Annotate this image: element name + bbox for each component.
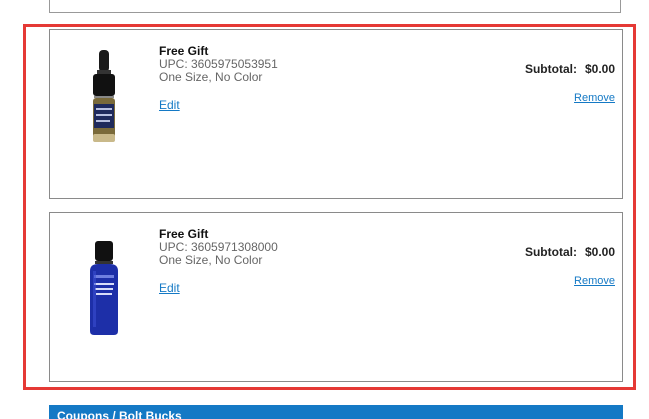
- dropper-bottle-icon: [93, 50, 115, 142]
- remove-link[interactable]: Remove: [574, 275, 615, 287]
- coupons-bar[interactable]: Coupons / Bolt Bucks: [49, 405, 623, 419]
- subtotal-label: Subtotal:: [524, 62, 577, 76]
- product-variant: One Size, No Color: [159, 253, 263, 267]
- cart-item: Free Gift UPC: 3605975053951 One Size, N…: [49, 29, 623, 199]
- subtotal-value: $0.00: [584, 245, 615, 259]
- subtotal-value: $0.00: [584, 62, 615, 76]
- blue-bottle-icon: [90, 241, 118, 335]
- subtotal: Subtotal: $0.00: [525, 62, 615, 76]
- edit-link[interactable]: Edit: [159, 98, 180, 112]
- coupons-bar-label: Coupons / Bolt Bucks: [57, 409, 182, 419]
- remove-link[interactable]: Remove: [574, 92, 615, 104]
- product-image[interactable]: [80, 50, 128, 160]
- previous-item-card: [49, 0, 621, 13]
- subtotal-label: Subtotal:: [524, 245, 577, 259]
- edit-link[interactable]: Edit: [159, 281, 180, 295]
- subtotal: Subtotal: $0.00: [525, 245, 615, 259]
- product-image[interactable]: [80, 233, 128, 343]
- product-variant: One Size, No Color: [159, 70, 263, 84]
- cart-item: Free Gift UPC: 3605971308000 One Size, N…: [49, 212, 623, 382]
